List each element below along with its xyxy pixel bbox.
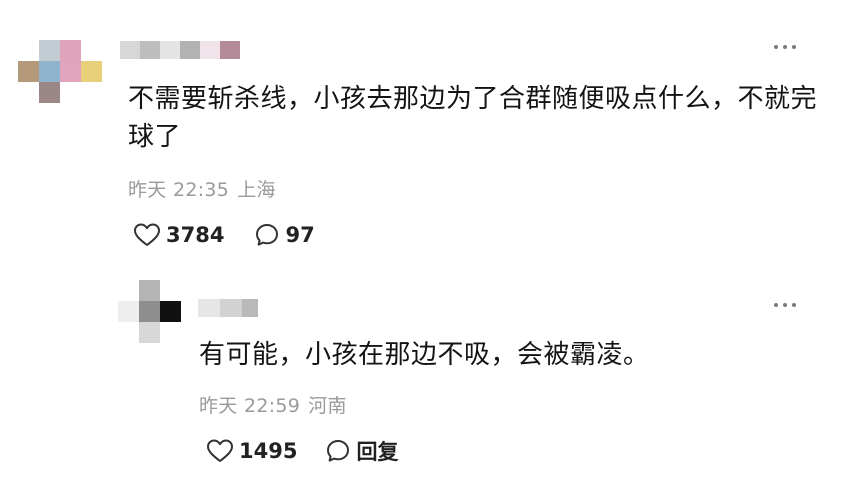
reply-button[interactable]: 回复 [325,436,398,466]
comment-text: 不需要斩杀线，小孩去那边为了合群随便吸点什么，不就完球了 [128,84,818,152]
reply-item: 有可能，小孩在那边不吸，会被霸凌。 昨天 22:59 河南 1495 回复 [0,262,844,480]
more-dots-icon[interactable] [770,42,800,52]
speech-bubble-icon [254,222,280,248]
heart-outline-icon [133,222,161,248]
reply-label: 回复 [356,440,399,464]
reply-meta: 昨天 22:59 河南 [199,391,355,418]
speech-bubble-icon [325,438,351,464]
username-blurred[interactable] [120,41,240,59]
reply-time: 昨天 22:59 [199,395,301,417]
comment-location: 上海 [237,179,276,201]
reply-actions: 1495 回复 [206,436,398,466]
comment-meta: 昨天 22:35 上海 [128,175,284,202]
comment-item: 不需要斩杀线，小孩去那边为了合群随便吸点什么，不就完球了 昨天 22:35 上海 … [0,0,844,262]
reply-location: 河南 [308,395,347,417]
like-count: 3784 [166,223,225,247]
comment-time: 昨天 22:35 [128,179,230,201]
like-count: 1495 [239,439,298,463]
heart-outline-icon [206,438,234,464]
reply-text: 有可能，小孩在那边不吸，会被霸凌。 [199,340,650,370]
username-blurred[interactable] [198,299,258,317]
like-button[interactable]: 3784 [133,222,224,248]
avatar[interactable] [118,280,181,343]
like-button[interactable]: 1495 [206,438,297,464]
avatar[interactable] [18,40,102,103]
reply-count-button[interactable]: 97 [254,222,315,248]
comment-actions: 3784 97 [133,222,315,248]
reply-count: 97 [285,223,315,247]
more-dots-icon[interactable] [770,300,800,310]
